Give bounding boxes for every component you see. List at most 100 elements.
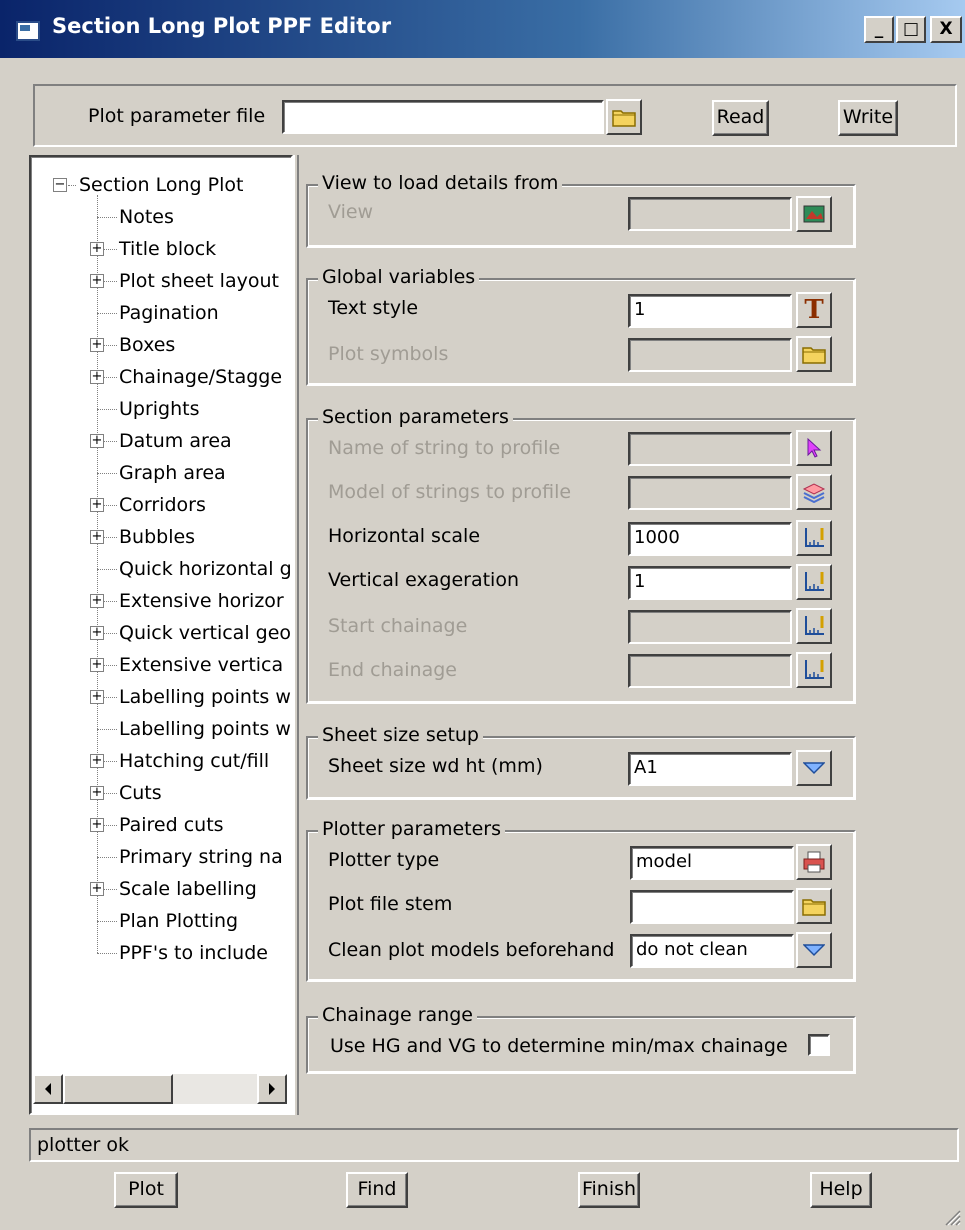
pane-splitter[interactable] xyxy=(293,155,299,1115)
tree-item-label: Uprights xyxy=(119,398,200,420)
plot-symbols-input[interactable] xyxy=(628,338,792,372)
expand-icon[interactable]: + xyxy=(90,882,104,896)
ppf-label: Plot parameter file xyxy=(88,105,266,127)
text-style-input[interactable]: 1 xyxy=(628,294,792,328)
expand-icon[interactable]: + xyxy=(90,530,104,544)
tree-item-label: Bubbles xyxy=(119,526,196,548)
tree-item-label: Paired cuts xyxy=(119,814,224,836)
use-hg-vg-label: Use HG and VG to determine min/max chain… xyxy=(330,1035,788,1057)
scroll-thumb[interactable] xyxy=(63,1074,173,1104)
finish-button[interactable]: Finish xyxy=(578,1172,640,1208)
plotter-group-title: Plotter parameters xyxy=(318,818,506,840)
ppf-input[interactable] xyxy=(282,100,604,134)
tree-item-label: Primary string na xyxy=(119,846,283,868)
tree-connector xyxy=(97,569,117,570)
minimize-button[interactable]: _ xyxy=(864,16,894,43)
view-group-title: View to load details from xyxy=(318,172,563,194)
expand-icon[interactable]: + xyxy=(90,786,104,800)
text-style-button[interactable]: T xyxy=(796,292,832,328)
folder-icon xyxy=(612,110,636,127)
section-tree[interactable]: − Section Long Plot Notes + Title block + Plot… xyxy=(29,155,293,1115)
string-pick-button[interactable] xyxy=(796,430,832,466)
clean-models-dropdown-button[interactable] xyxy=(796,932,832,968)
model-strings-input[interactable] xyxy=(628,476,792,510)
tree-root-label: Section Long Plot xyxy=(79,174,244,196)
model-pick-button[interactable] xyxy=(796,474,832,510)
plot-file-stem-input[interactable] xyxy=(630,890,794,924)
tree-connector xyxy=(97,953,117,954)
arrow-left-icon xyxy=(45,1083,51,1095)
expand-icon[interactable]: + xyxy=(90,626,104,640)
start-chainage-button[interactable] xyxy=(796,608,832,644)
expand-icon[interactable]: + xyxy=(90,338,104,352)
plot-symbols-browse-button[interactable] xyxy=(796,336,832,372)
tree-item-label: Datum area xyxy=(119,430,232,452)
plot-file-stem-browse-button[interactable] xyxy=(796,888,832,924)
plot-button[interactable]: Plot xyxy=(114,1172,178,1208)
read-button[interactable]: Read xyxy=(712,100,769,136)
plotter-type-button[interactable] xyxy=(796,844,832,880)
tree-item-label: Notes xyxy=(119,206,174,228)
expand-icon[interactable]: + xyxy=(90,434,104,448)
expand-icon[interactable]: + xyxy=(90,594,104,608)
resize-grip-icon[interactable] xyxy=(943,1208,961,1226)
chevron-down-icon xyxy=(803,762,825,775)
clean-models-select[interactable]: do not clean xyxy=(630,934,794,968)
expand-icon[interactable]: + xyxy=(90,274,104,288)
end-chainage-button[interactable] xyxy=(796,652,832,688)
folder-icon xyxy=(802,899,826,916)
string-name-label: Name of string to profile xyxy=(328,437,561,459)
plotter-type-input[interactable]: model xyxy=(630,846,794,880)
tree-item-label: Plan Plotting xyxy=(119,910,239,932)
vertical-exaggeration-button[interactable] xyxy=(796,564,832,600)
expand-icon[interactable]: + xyxy=(90,242,104,256)
use-hg-vg-checkbox[interactable] xyxy=(808,1034,830,1056)
horizontal-scale-button[interactable] xyxy=(796,520,832,556)
title-bar[interactable]: Section Long Plot PPF Editor _ □ X xyxy=(0,0,965,58)
write-button[interactable]: Write xyxy=(838,100,898,136)
view-pick-button[interactable] xyxy=(796,196,832,232)
collapse-icon[interactable]: − xyxy=(53,178,67,192)
maximize-button[interactable]: □ xyxy=(896,16,926,43)
end-chainage-input[interactable] xyxy=(628,654,792,688)
start-chainage-input[interactable] xyxy=(628,610,792,644)
folder-icon xyxy=(802,347,826,364)
ppf-browse-button[interactable] xyxy=(606,99,642,135)
horizontal-scale-input[interactable]: 1000 xyxy=(628,522,792,556)
scroll-left-button[interactable] xyxy=(33,1074,63,1104)
expand-icon[interactable]: + xyxy=(90,370,104,384)
expand-icon[interactable]: + xyxy=(90,690,104,704)
tree-connector xyxy=(97,409,117,410)
sheet-size-select[interactable]: A1 xyxy=(628,752,792,786)
arrow-right-icon xyxy=(269,1083,275,1095)
global-group-title: Global variables xyxy=(318,266,480,288)
tree-horizontal-scrollbar[interactable] xyxy=(33,1074,287,1104)
vertical-exaggeration-input[interactable]: 1 xyxy=(628,566,792,600)
string-name-input[interactable] xyxy=(628,432,792,466)
tree-connector xyxy=(97,729,117,730)
measure-icon xyxy=(805,616,824,635)
expand-icon[interactable]: + xyxy=(90,498,104,512)
layers-icon xyxy=(802,483,826,503)
view-label: View xyxy=(328,201,374,223)
sheet-size-group-title: Sheet size setup xyxy=(318,724,483,746)
help-button[interactable]: Help xyxy=(810,1172,872,1208)
tree-item-label: Pagination xyxy=(119,302,219,324)
chainage-range-group-title: Chainage range xyxy=(318,1004,477,1026)
tree-item-label: Quick horizontal g xyxy=(119,558,292,580)
tree-item-label: Boxes xyxy=(119,334,176,356)
expand-icon[interactable]: + xyxy=(90,754,104,768)
find-button[interactable]: Find xyxy=(346,1172,408,1208)
close-button[interactable]: X xyxy=(930,16,962,43)
tree-connector xyxy=(97,195,98,953)
tree-item-label: Extensive vertica xyxy=(119,654,284,676)
measure-icon xyxy=(805,660,824,679)
printer-icon xyxy=(803,851,825,873)
expand-icon[interactable]: + xyxy=(90,658,104,672)
tree-connector xyxy=(97,921,117,922)
status-bar: plotter ok xyxy=(29,1128,959,1162)
expand-icon[interactable]: + xyxy=(90,818,104,832)
view-input[interactable] xyxy=(628,197,792,231)
sheet-size-dropdown-button[interactable] xyxy=(796,750,832,786)
scroll-right-button[interactable] xyxy=(257,1074,287,1104)
